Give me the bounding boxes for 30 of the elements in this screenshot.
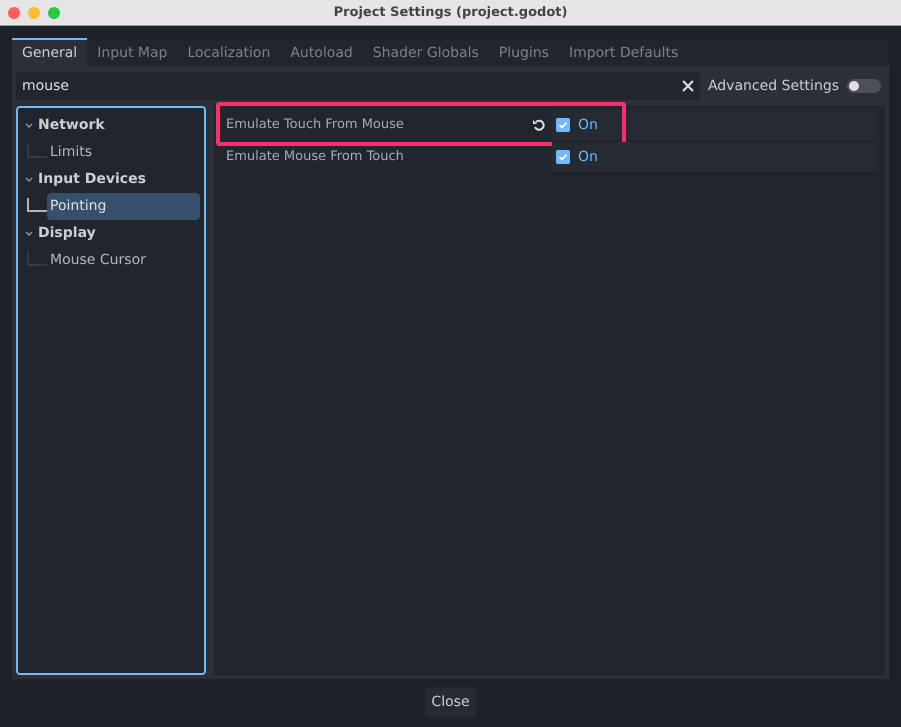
property-value: On — [578, 148, 598, 166]
tab[interactable]: Localization — [177, 38, 280, 66]
chevron-icon[interactable] — [24, 174, 34, 184]
search-input[interactable]: mouse — [22, 76, 682, 96]
property-value: On — [578, 116, 598, 134]
tab[interactable]: Input Map — [87, 38, 178, 66]
advanced-settings-label: Advanced Settings — [708, 76, 839, 96]
chevron-icon[interactable] — [24, 228, 34, 238]
property-label: Emulate Touch From Mouse — [225, 116, 405, 134]
search-field[interactable]: mouse — [16, 72, 700, 100]
tree-item[interactable]: Mouse Cursor — [47, 247, 200, 274]
tree-category[interactable]: Network — [38, 115, 105, 136]
tab[interactable]: Plugins — [488, 38, 559, 66]
tab[interactable]: Import Defaults — [558, 38, 688, 66]
chevron-icon[interactable] — [24, 120, 34, 130]
revert-icon[interactable] — [532, 118, 546, 132]
close-button[interactable]: Close — [425, 687, 476, 717]
checkbox[interactable] — [556, 150, 570, 164]
advanced-settings-toggle[interactable] — [847, 79, 881, 93]
tab[interactable]: Shader Globals — [362, 38, 489, 66]
checkbox[interactable] — [556, 118, 570, 132]
tree-item[interactable]: Limits — [47, 139, 200, 166]
tree-category[interactable]: Display — [38, 223, 96, 244]
tree-category[interactable]: Input Devices — [38, 169, 146, 190]
clear-icon[interactable] — [682, 80, 694, 92]
tree-item[interactable]: Pointing — [47, 193, 200, 220]
property-label: Emulate Mouse From Touch — [225, 148, 405, 166]
tab[interactable]: General — [12, 38, 88, 66]
tab[interactable]: Autoload — [280, 38, 363, 66]
window-title: Project Settings (project.godot) — [334, 4, 568, 22]
